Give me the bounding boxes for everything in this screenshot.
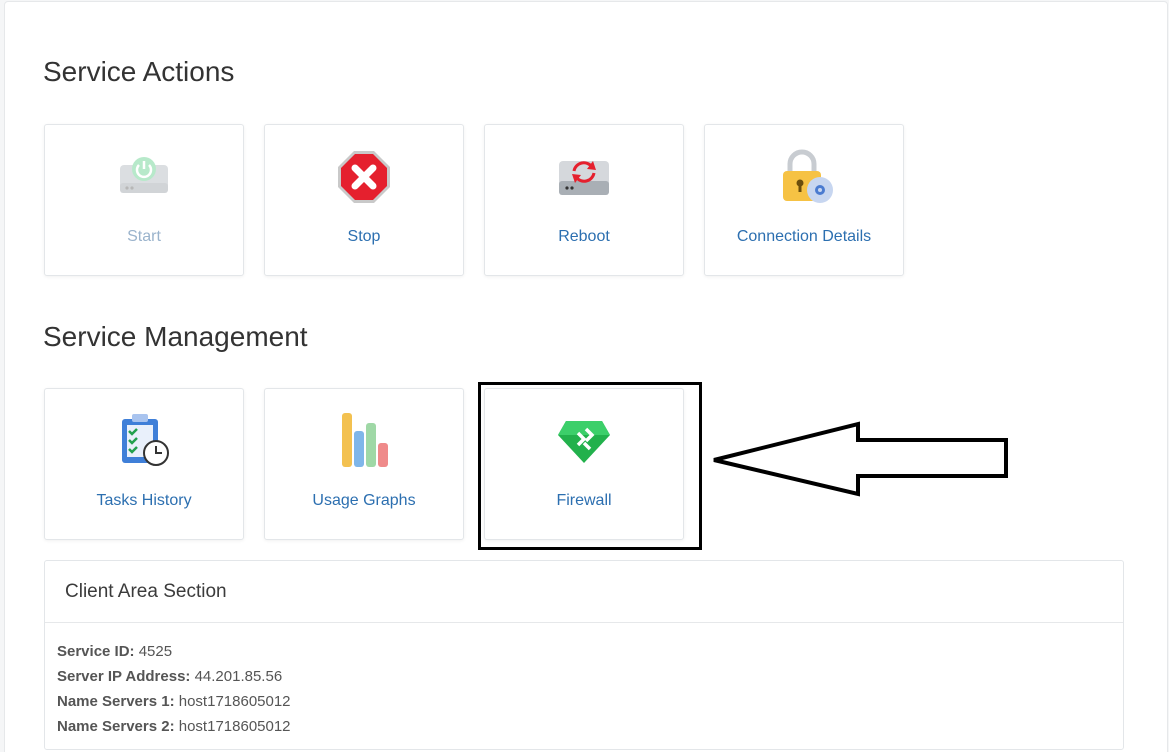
service-id-row: Service ID: 4525 xyxy=(57,639,1123,664)
connection-details-label: Connection Details xyxy=(736,228,872,245)
server-ip-value: 44.201.85.56 xyxy=(194,668,283,685)
start-button[interactable]: Start xyxy=(44,124,244,276)
client-area-card: Client Area Section Service ID: 4525 Ser… xyxy=(44,560,1124,750)
service-actions-title: Service Actions xyxy=(43,56,235,87)
stop-sign-icon xyxy=(338,151,390,203)
padlock-gear-icon xyxy=(783,149,833,203)
usage-graphs-button[interactable]: Usage Graphs xyxy=(264,388,464,540)
power-drive-icon xyxy=(120,157,168,193)
annotation-arrow-icon xyxy=(713,421,1008,497)
server-ip-key: Server IP Address: xyxy=(57,668,191,685)
bar-stack-icon xyxy=(342,413,388,467)
name-server-2-value: host1718605012 xyxy=(178,718,291,735)
service-id-key: Service ID: xyxy=(57,643,135,660)
start-label: Start xyxy=(127,228,161,245)
service-id-value: 4525 xyxy=(138,643,173,660)
clipboard-clock-icon xyxy=(122,414,169,466)
reboot-button[interactable]: Reboot xyxy=(484,124,684,276)
name-server-1-key: Name Servers 1: xyxy=(57,693,175,710)
name-server-2-row: Name Servers 2: host1718605012 xyxy=(57,714,1123,739)
reboot-label: Reboot xyxy=(558,228,610,245)
service-management-title: Service Management xyxy=(43,321,308,352)
client-area-body: Service ID: 4525 Server IP Address: 44.2… xyxy=(45,623,1123,739)
name-server-1-value: host1718605012 xyxy=(178,693,291,710)
stop-label: Stop xyxy=(347,228,381,245)
server-ip-row: Server IP Address: 44.201.85.56 xyxy=(57,664,1123,689)
annotation-highlight-box xyxy=(478,382,702,550)
name-server-1-row: Name Servers 1: host1718605012 xyxy=(57,689,1123,714)
usage-graphs-label: Usage Graphs xyxy=(312,492,416,509)
reboot-drive-icon xyxy=(559,161,609,195)
tasks-history-label: Tasks History xyxy=(96,492,192,509)
stop-button[interactable]: Stop xyxy=(264,124,464,276)
name-server-2-key: Name Servers 2: xyxy=(57,718,175,735)
client-area-title: Client Area Section xyxy=(45,561,1123,623)
connection-details-button[interactable]: Connection Details xyxy=(704,124,904,276)
tasks-history-button[interactable]: Tasks History xyxy=(44,388,244,540)
